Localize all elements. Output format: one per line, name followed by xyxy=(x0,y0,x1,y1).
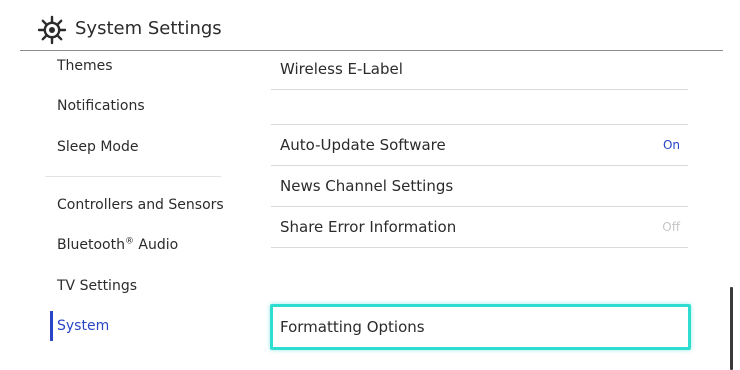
row-divider xyxy=(271,247,688,248)
sidebar-item-controllers-and-sensors[interactable]: Controllers and Sensors xyxy=(57,195,224,215)
sidebar-item-bluetooth-audio[interactable]: Bluetooth® Audio xyxy=(57,235,178,255)
row-label: Formatting Options xyxy=(280,318,425,336)
sidebar-item-notifications[interactable]: Notifications xyxy=(57,96,145,116)
row-label: News Channel Settings xyxy=(280,177,454,195)
row-value: On xyxy=(662,138,680,152)
sidebar-item-label: Bluetooth xyxy=(57,237,125,253)
settings-row-share-error-information[interactable]: Share Error Information Off xyxy=(271,207,688,247)
settings-row-wireless-e-label[interactable]: Wireless E-Label xyxy=(271,49,688,89)
sidebar-item-system[interactable]: System xyxy=(57,316,109,336)
row-label: Wireless E-Label xyxy=(280,60,403,78)
row-value: Off xyxy=(662,220,680,234)
settings-row-formatting-options[interactable]: Formatting Options xyxy=(270,304,691,350)
header: System Settings xyxy=(0,0,740,52)
settings-row-auto-update-software[interactable]: Auto-Update Software On xyxy=(271,125,688,165)
scrollbar[interactable] xyxy=(730,287,733,370)
row-label: Auto-Update Software xyxy=(280,136,446,154)
sidebar-item-themes[interactable]: Themes xyxy=(57,56,113,76)
row-label: Share Error Information xyxy=(280,218,457,236)
page-title: System Settings xyxy=(75,18,222,39)
row-divider xyxy=(271,89,688,90)
gear-icon xyxy=(37,15,67,45)
registered-mark: ® xyxy=(124,236,134,247)
sidebar-item-tv-settings[interactable]: TV Settings xyxy=(57,276,137,296)
active-indicator xyxy=(50,311,53,341)
sidebar-divider xyxy=(45,176,221,177)
sidebar-item-label-suffix: Audio xyxy=(133,237,179,253)
sidebar-item-sleep-mode[interactable]: Sleep Mode xyxy=(57,137,138,157)
settings-row-news-channel-settings[interactable]: News Channel Settings xyxy=(271,166,688,206)
